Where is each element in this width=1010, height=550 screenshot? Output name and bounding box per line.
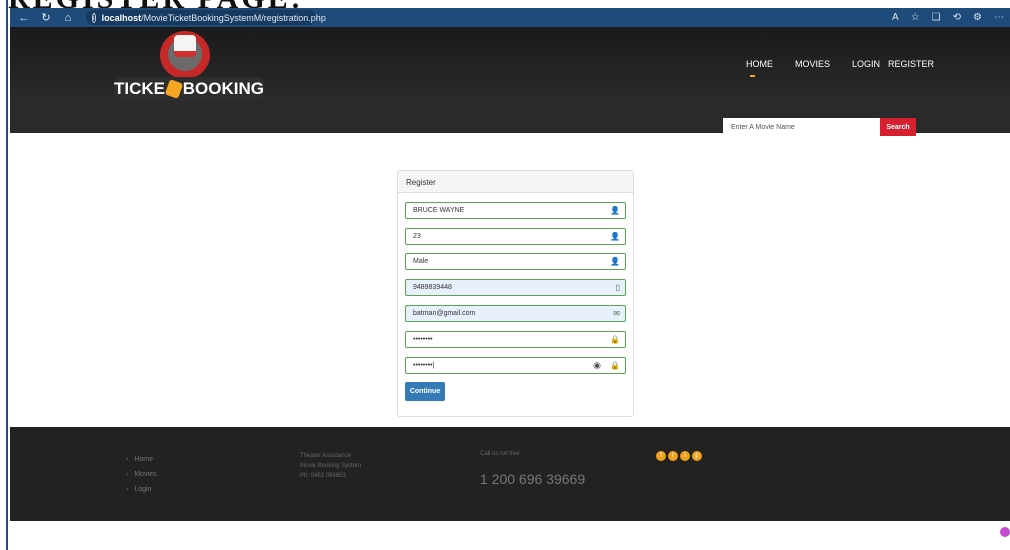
footer-link-login[interactable]: Login bbox=[126, 482, 157, 497]
nav-home[interactable]: HOME bbox=[746, 59, 773, 69]
confirm-password-value: ••••••••| bbox=[413, 362, 435, 369]
phone-icon: ▯ bbox=[615, 283, 620, 292]
password-value: •••••••• bbox=[413, 336, 433, 343]
history-icon[interactable]: ⟲ bbox=[953, 12, 961, 23]
info-icon[interactable]: i bbox=[92, 12, 96, 23]
footer-phone: 1 200 696 39669 bbox=[480, 471, 586, 487]
nav-active-indicator bbox=[750, 75, 755, 77]
favorite-icon[interactable]: ☆ bbox=[911, 12, 920, 23]
footer-link-home[interactable]: Home bbox=[126, 452, 157, 467]
footer-info-line: Movie Booking System bbox=[300, 463, 362, 469]
full-name-value: BRUCE WAYNE bbox=[413, 207, 465, 214]
logo-text: TICKE BOOKING bbox=[114, 77, 264, 101]
refresh-icon[interactable]: ↻ bbox=[38, 11, 54, 24]
collections-icon[interactable]: ❏ bbox=[932, 12, 941, 23]
register-panel: Register BRUCE WAYNE 👤 23 👤 Male 👤 94898… bbox=[397, 170, 634, 417]
nav-movies[interactable]: MOVIES bbox=[795, 59, 830, 69]
footer-info-line: Ph: 0463 086853 bbox=[300, 473, 346, 479]
user-icon: 👤 bbox=[610, 206, 620, 215]
pinterest-icon[interactable]: p bbox=[692, 451, 702, 461]
phone-field[interactable]: 9489839448 ▯ bbox=[405, 279, 626, 296]
user-gender-icon: 👤 bbox=[610, 257, 620, 266]
gender-value: Male bbox=[413, 258, 429, 265]
window-left-border bbox=[0, 0, 8, 550]
password-field[interactable]: •••••••• 🔒 bbox=[405, 331, 626, 348]
movie-search-input[interactable]: Enter A Movie Name bbox=[723, 118, 880, 136]
user-icon: 👤 bbox=[610, 232, 620, 241]
browser-toolbar: ← ↻ ⌂ i localhost /MovieTicketBookingSys… bbox=[10, 8, 1010, 27]
read-aloud-icon[interactable]: A bbox=[892, 12, 899, 23]
footer-link-movies[interactable]: Movies bbox=[126, 467, 156, 482]
email-value: batman@gmail.com bbox=[413, 310, 476, 317]
full-name-field[interactable]: BRUCE WAYNE 👤 bbox=[405, 202, 626, 219]
copilot-icon[interactable] bbox=[1000, 527, 1010, 537]
panel-title: Register bbox=[398, 171, 633, 193]
browser-actions: A ☆ ❏ ⟲ ⚙ ⋯ bbox=[880, 12, 1004, 23]
popcorn-icon bbox=[174, 35, 196, 57]
eye-icon[interactable]: ◉ bbox=[593, 360, 601, 371]
facebook-icon[interactable]: f bbox=[656, 451, 666, 461]
ticket-icon bbox=[164, 79, 184, 99]
search-button[interactable]: Search bbox=[880, 118, 916, 136]
envelope-icon: ✉ bbox=[613, 309, 620, 318]
more-icon[interactable]: ⋯ bbox=[994, 12, 1004, 23]
logo-text-left: TICKE bbox=[114, 79, 165, 98]
age-value: 23 bbox=[413, 233, 421, 240]
settings-icon[interactable]: ⚙ bbox=[973, 12, 982, 23]
main-nav: HOME MOVIES LOGIN REGISTER bbox=[746, 59, 956, 77]
instagram-icon[interactable]: i bbox=[680, 451, 690, 461]
page: REGISTER PAGE: ← ↻ ⌂ i localhost /MovieT… bbox=[0, 0, 1010, 550]
back-icon[interactable]: ← bbox=[16, 12, 32, 24]
address-bar[interactable]: i localhost /MovieTicketBookingSystemM/r… bbox=[86, 10, 326, 25]
url-host: localhost bbox=[101, 12, 142, 23]
footer-info-line: Theater Assistance bbox=[300, 453, 352, 459]
url-path: /MovieTicketBookingSystemM/registration.… bbox=[141, 12, 326, 23]
footer-call-label: Call us toll free bbox=[480, 451, 520, 457]
social-links: f t i p bbox=[656, 451, 704, 461]
nav-register[interactable]: REGISTER bbox=[888, 59, 934, 69]
age-field[interactable]: 23 👤 bbox=[405, 228, 626, 245]
ticket-booking-logo[interactable]: TICKE BOOKING bbox=[114, 29, 264, 103]
phone-value: 9489839448 bbox=[413, 284, 452, 291]
site-header: TICKE BOOKING HOME MOVIES LOGIN REGISTER bbox=[10, 27, 1010, 105]
home-icon[interactable]: ⌂ bbox=[60, 12, 76, 24]
nav-login[interactable]: LOGIN bbox=[852, 59, 880, 69]
footer-links: Home Movies Login bbox=[126, 452, 157, 497]
continue-button[interactable]: Continue bbox=[405, 382, 445, 401]
lock-icon: 🔒 bbox=[610, 361, 620, 370]
email-field[interactable]: batman@gmail.com ✉ bbox=[405, 305, 626, 322]
footer-info: Theater Assistance Movie Booking System … bbox=[300, 451, 361, 481]
twitter-icon[interactable]: t bbox=[668, 451, 678, 461]
lock-icon: 🔒 bbox=[610, 335, 620, 344]
logo-text-right: BOOKING bbox=[182, 79, 264, 98]
site-footer: Home Movies Login Theater Assistance Mov… bbox=[10, 427, 1010, 521]
gender-select[interactable]: Male 👤 bbox=[405, 253, 626, 270]
confirm-password-field[interactable]: ••••••••| ◉ 🔒 bbox=[405, 357, 626, 374]
